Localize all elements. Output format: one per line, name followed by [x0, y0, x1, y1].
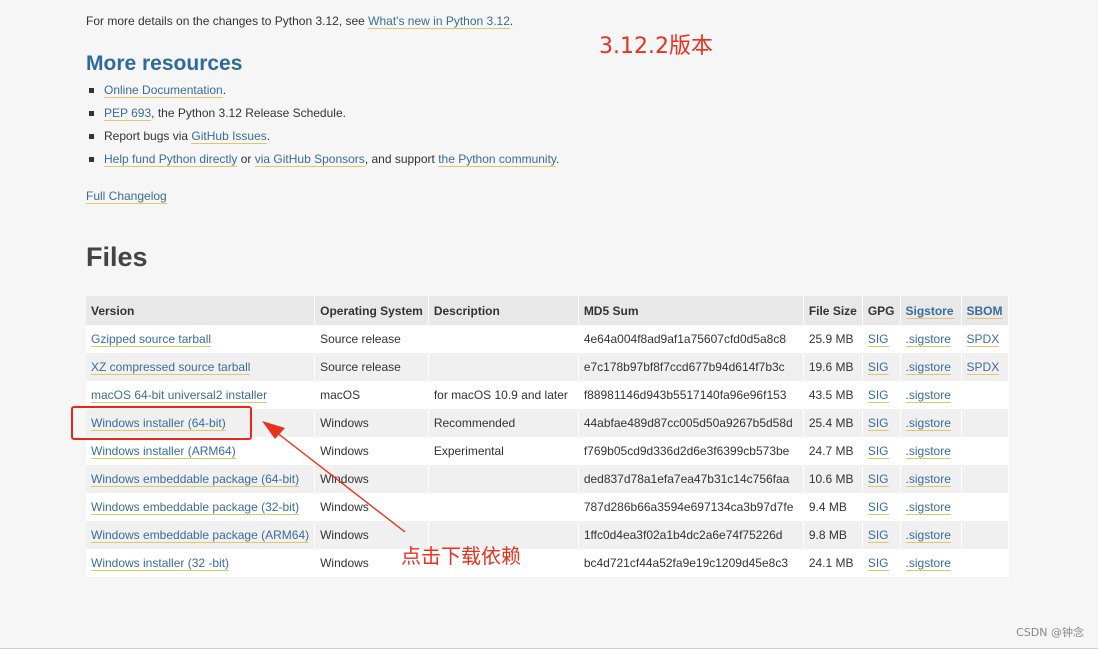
annotation-click: 点击下载依赖: [401, 544, 521, 568]
annotation-arrow: [262, 421, 406, 533]
watermark: CSDN @钟念: [1016, 626, 1084, 639]
